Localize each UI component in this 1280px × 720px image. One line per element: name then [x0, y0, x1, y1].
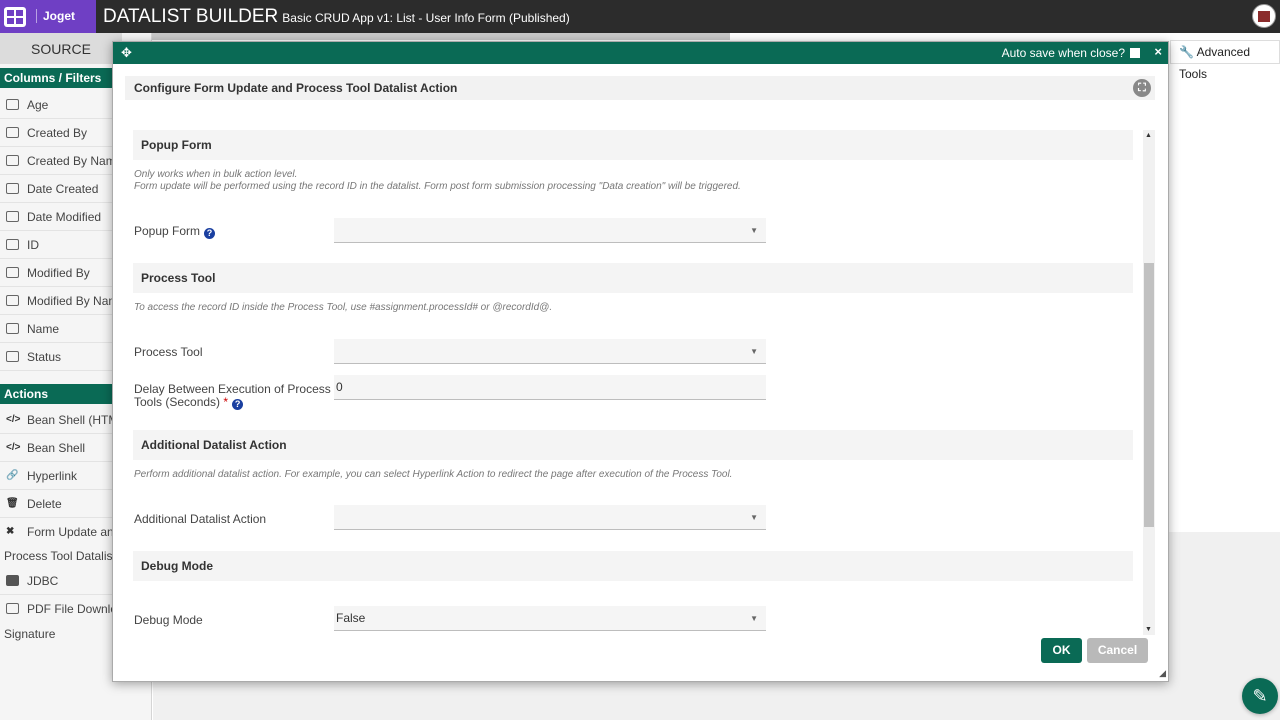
- scroll-down-icon[interactable]: ▼: [1145, 626, 1152, 633]
- column-icon: [6, 211, 19, 222]
- pencil-icon[interactable]: ✎: [1242, 678, 1278, 714]
- column-icon: [6, 351, 19, 362]
- close-icon[interactable]: ×: [1154, 44, 1162, 60]
- code-icon: </>: [6, 414, 21, 425]
- scroll-up-icon[interactable]: ▲: [1145, 132, 1152, 139]
- additional-action-label: Additional Datalist Action: [134, 512, 267, 526]
- delay-input[interactable]: 0: [334, 375, 766, 400]
- resize-handle-icon[interactable]: ◢: [1159, 668, 1166, 679]
- column-icon: [6, 239, 19, 250]
- dialog-content: Popup Form Only works when in bulk actio…: [125, 130, 1143, 635]
- chevron-down-icon: ▼: [750, 226, 758, 235]
- chevron-down-icon: ▼: [750, 513, 758, 522]
- dialog-titlebar[interactable]: ✥ Auto save when close? ×: [113, 42, 1168, 64]
- user-avatar-icon[interactable]: [1252, 4, 1276, 28]
- ok-button[interactable]: OK: [1041, 638, 1082, 663]
- required-marker: *: [223, 395, 229, 409]
- column-icon: [6, 267, 19, 278]
- link-icon: 🔗: [6, 470, 19, 481]
- help-icon[interactable]: ?: [204, 228, 216, 239]
- dialog-scrollbar[interactable]: ▲ ▼: [1143, 130, 1155, 635]
- delay-label: Delay Between Execution of Process Tools …: [134, 382, 331, 410]
- builder-name: DATALIST BUILDER: [103, 6, 279, 27]
- process-tool-select[interactable]: ▼: [334, 339, 766, 364]
- action-item-pdf-cont: Signature: [4, 627, 56, 641]
- logo-area[interactable]: Joget: [0, 0, 96, 33]
- help-icon[interactable]: ?: [232, 399, 244, 410]
- column-icon: [6, 323, 19, 334]
- top-bar: Joget DATALIST BUILDER Basic CRUD App v1:…: [0, 0, 1280, 33]
- section-process-tool: Process Tool: [133, 263, 1133, 293]
- fullscreen-icon[interactable]: ⛶: [1133, 79, 1151, 97]
- debug-mode-select[interactable]: False ▼: [334, 606, 766, 631]
- dialog-heading: Configure Form Update and Process Tool D…: [125, 76, 1155, 100]
- popup-note-1: Only works when in bulk action level.: [134, 169, 298, 180]
- chevron-down-icon: ▼: [750, 347, 758, 356]
- column-icon: [6, 127, 19, 138]
- scrollbar-thumb[interactable]: [1144, 263, 1154, 527]
- move-icon[interactable]: ✥: [121, 45, 132, 61]
- column-icon: [6, 99, 19, 110]
- additional-action-select[interactable]: ▼: [334, 505, 766, 530]
- autosave-checkbox[interactable]: [1130, 48, 1140, 58]
- popup-form-select[interactable]: ▼: [334, 218, 766, 243]
- chevron-down-icon: ▼: [750, 614, 758, 623]
- wrench-icon: 🔧: [1179, 45, 1194, 59]
- column-icon: [6, 183, 19, 194]
- code-icon: </>: [6, 442, 21, 453]
- section-popup-form: Popup Form: [133, 130, 1133, 160]
- additional-note: Perform additional datalist action. For …: [134, 469, 733, 480]
- page-title: DATALIST BUILDER Basic CRUD App v1: List …: [103, 6, 570, 28]
- app-grid-icon[interactable]: [4, 7, 26, 27]
- advanced-tools-button[interactable]: 🔧 Advanced Tools: [1170, 40, 1280, 81]
- process-note: To access the record ID inside the Proce…: [134, 302, 553, 313]
- popup-note-2: Form update will be performed using the …: [134, 181, 741, 192]
- builder-subtitle: Basic CRUD App v1: List - User Info Form…: [282, 11, 570, 25]
- section-debug-mode: Debug Mode: [133, 551, 1133, 581]
- tab-source[interactable]: SOURCE: [0, 33, 122, 64]
- autosave-toggle[interactable]: Auto save when close?: [1002, 46, 1140, 60]
- configure-dialog: ✥ Auto save when close? × Configure Form…: [112, 41, 1169, 682]
- column-icon: [6, 295, 19, 306]
- trash-icon: 🗑: [6, 498, 19, 509]
- pdf-icon: [6, 603, 19, 614]
- joget-logo: Joget: [36, 9, 75, 23]
- debug-mode-label: Debug Mode: [134, 613, 203, 627]
- action-item-form-update-cont: Process Tool Datalist A: [4, 549, 127, 563]
- popup-form-label: Popup Form?: [134, 225, 216, 239]
- section-additional-action: Additional Datalist Action: [133, 430, 1133, 460]
- tools-icon: ✖: [6, 526, 15, 537]
- column-icon: [6, 155, 19, 166]
- database-icon: [6, 575, 19, 586]
- process-tool-label: Process Tool: [134, 345, 203, 359]
- cancel-button[interactable]: Cancel: [1087, 638, 1148, 663]
